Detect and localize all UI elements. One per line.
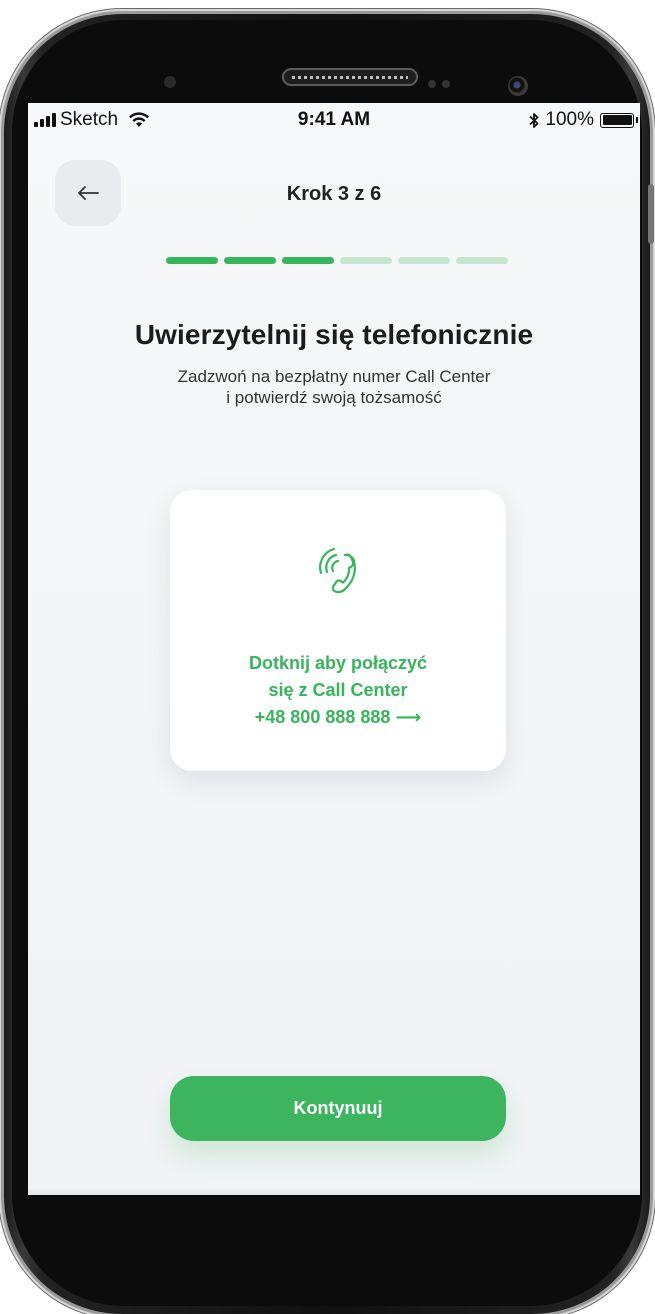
progress-segment (166, 257, 218, 264)
status-right: 100% (529, 109, 638, 131)
earpiece-speaker (282, 68, 418, 86)
app-screen: Sketch 9:41 AM 100% Krok 3 z 6 Uwierzyte… (28, 103, 640, 1195)
battery-percent: 100% (545, 109, 594, 130)
subtitle-line-1: Zadzwoń na bezpłatny numer Call Center (177, 367, 491, 386)
battery-icon (600, 112, 638, 128)
side-button (648, 184, 654, 244)
subtitle-line-2: i potwierdź swoją tożsamość (226, 388, 442, 407)
progress-segment (224, 257, 276, 264)
progress-segment (282, 257, 334, 264)
page-subtitle: Zadzwoń na bezpłatny numer Call Center i… (28, 366, 640, 408)
phone-call-icon (319, 547, 356, 594)
continue-button[interactable]: Kontynuuj (170, 1076, 506, 1141)
call-card-line-1: Dotknij aby połączyć (248, 653, 428, 673)
front-camera (508, 76, 528, 96)
sensor-dot (164, 76, 176, 88)
step-progress-bar (166, 257, 508, 264)
sensor-dot (428, 80, 436, 88)
call-card-text: Dotknij aby połączyć się z Call Center +… (170, 650, 506, 731)
progress-segment (456, 257, 508, 264)
sensor-dot (442, 80, 450, 88)
step-indicator-label: Krok 3 z 6 (286, 183, 382, 205)
bluetooth-icon (529, 112, 539, 128)
call-center-card[interactable]: Dotknij aby połączyć się z Call Center +… (170, 490, 506, 771)
screen-bottom-edge (28, 1187, 640, 1195)
progress-segment (398, 257, 450, 264)
call-center-phone-link[interactable]: +48 800 888 888 ⟶ (170, 704, 506, 731)
call-card-line-2: się z Call Center (268, 680, 408, 700)
progress-segment (340, 257, 392, 264)
status-bar: Sketch 9:41 AM 100% (28, 103, 640, 137)
page-title: Uwierzytelnij się telefonicznie (134, 319, 534, 350)
